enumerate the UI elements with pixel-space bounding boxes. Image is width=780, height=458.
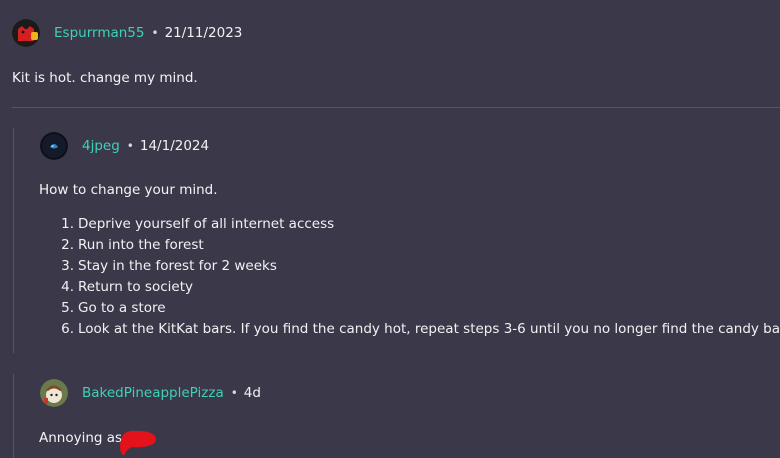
avatar-image-icon [40, 132, 68, 160]
separator-dot: • [230, 386, 238, 400]
list-item: 2. Run into the forest [61, 237, 204, 253]
comment-body: How to change your mind. [39, 182, 218, 198]
list-item: 3. Stay in the forest for 2 weeks [61, 258, 277, 274]
avatar-image-icon [12, 19, 40, 47]
username-link[interactable]: 4jpeg [82, 138, 120, 154]
comment-body: Kit is hot. change my mind. [12, 70, 198, 86]
separator-dot: • [126, 139, 134, 153]
avatar[interactable] [40, 132, 68, 160]
comment-date: 4d [243, 385, 261, 401]
list-item: 1. Deprive yourself of all internet acces… [61, 216, 335, 232]
comment-body: Annoying as [39, 430, 123, 446]
list-item: 6. Look at the KitKat bars. If you find t… [61, 321, 780, 337]
comment-header: 4jpeg • 14/1/2024 [40, 130, 209, 162]
avatar[interactable] [12, 19, 40, 47]
thread-line[interactable] [13, 374, 14, 458]
avatar-image-icon [40, 379, 68, 407]
comment-date: 21/11/2023 [164, 25, 243, 41]
redaction-scribble-icon [120, 430, 156, 456]
username-link[interactable]: BakedPineapplePizza [82, 385, 224, 401]
steps-list: 1. Deprive yourself of all internet acces… [59, 214, 780, 340]
thread-line[interactable] [13, 128, 14, 353]
comment-header: BakedPineapplePizza • 4d [40, 377, 261, 409]
comment-header: Espurrman55 • 21/11/2023 [12, 17, 242, 49]
avatar[interactable] [40, 379, 68, 407]
divider [12, 107, 780, 108]
comment-date: 14/1/2024 [139, 138, 210, 154]
separator-dot: • [151, 26, 159, 40]
username-link[interactable]: Espurrman55 [54, 25, 144, 41]
comment-thread: Espurrman55 • 21/11/2023 Kit is hot. cha… [0, 0, 780, 458]
list-item: 5. Go to a store [61, 300, 166, 316]
list-item: 4. Return to society [61, 279, 193, 295]
